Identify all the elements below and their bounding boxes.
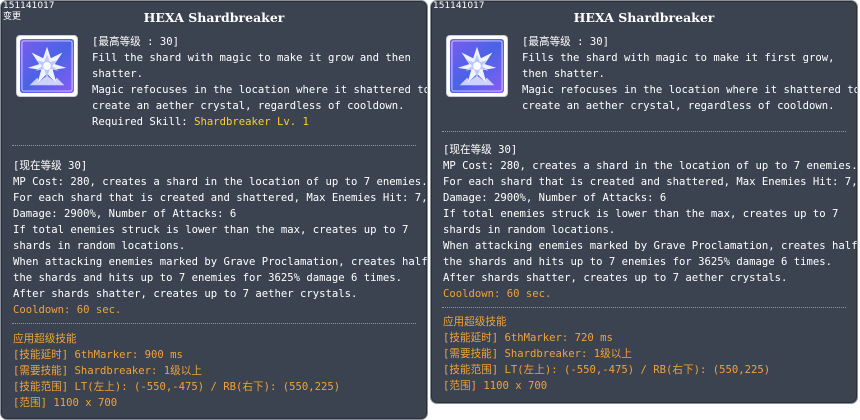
hyper-line: [需要技能] Shardbreaker: 1级以上: [443, 348, 632, 360]
level-line: the shards and hits up to 7 enemies for …: [443, 256, 833, 268]
cooldown-line: Cooldown: 60 sec.: [443, 288, 552, 300]
skill-title: HEXA Shardbreaker: [143, 10, 285, 25]
level-line: For each shard that is created and shatt…: [443, 176, 858, 188]
divider: [442, 131, 846, 132]
level-line: After shards shatter, creates up to 7 ae…: [443, 272, 788, 284]
skill-title: HEXA Shardbreaker: [573, 10, 715, 25]
desc-line: create an aether crystal, regardless of …: [522, 100, 835, 112]
level-line: the shards and hits up to 7 enemies for …: [13, 272, 403, 284]
desc-line: Fill the shard with magic to make it gro…: [92, 52, 411, 64]
hyper-line: [技能延时] 6thMarker: 900 ms: [13, 349, 183, 361]
skill-description: [最高等级 : 30] Fill the shard with magic to…: [92, 34, 428, 130]
required-skill-line: Required Skill: Shardbreaker Lv. 1: [92, 114, 422, 130]
divider: [12, 323, 416, 324]
skill-tooltip-right: 151141017 HEXA Shardbreaker [最高等级: 30] …: [430, 0, 858, 404]
level-line: When attacking enemies marked by Grave P…: [13, 256, 428, 268]
required-skill-name: Shardbreaker Lv. 1: [194, 116, 309, 128]
level-line: MP Cost: 280, creates a shard in the loc…: [443, 160, 858, 172]
desc-line: Fills the shard with magic to make it fi…: [522, 52, 835, 64]
level-line: After shards shatter, creates up to 7 ae…: [13, 288, 358, 300]
hexa-shardbreaker-skill-icon: [16, 35, 78, 97]
level-line: Damage: 2900%, Number of Attacks: 6: [13, 208, 237, 220]
level-line: If total enemies struck is lower than th…: [13, 224, 409, 236]
divider: [442, 307, 846, 308]
max-level-line: [最高等级 : 30]: [522, 36, 610, 48]
hyper-line: [范围] 1100 x 700: [443, 380, 548, 392]
desc-line: shatter.: [92, 68, 144, 80]
current-level-section: [现在等级 30] MP Cost: 280, creates a shard …: [443, 142, 858, 302]
level-line: Damage: 2900%, Number of Attacks: 6: [443, 192, 667, 204]
hyper-skill-section: 应用超级技能 [技能延时] 6thMarker: 900 ms [需要技能] S…: [13, 331, 423, 411]
desc-line: Magic refocuses in the location where it…: [522, 84, 858, 96]
divider: [12, 145, 416, 146]
hyper-line: [技能范围] LT(左上): (-550,-475) / RB(右下): (55…: [443, 364, 771, 376]
required-skill-prefix: Required Skill:: [92, 116, 195, 128]
cooldown-line: Cooldown: 60 sec.: [13, 304, 122, 316]
hyper-line: [需要技能] Shardbreaker: 1级以上: [13, 365, 202, 377]
max-level-line: [最高等级 : 30]: [92, 36, 180, 48]
level-line: For each shard that is created and shatt…: [13, 192, 428, 204]
hyper-line: [技能范围] LT(左上): (-550,-475) / RB(右下): (55…: [13, 381, 341, 393]
hexa-shardbreaker-skill-icon: [446, 35, 508, 97]
desc-line: Magic refocuses in the location where it…: [92, 84, 428, 96]
skill-description: [最高等级 : 30] Fills the shard with magic t…: [522, 34, 858, 114]
desc-line: then shatter.: [522, 68, 605, 80]
level-line: If total enemies struck is lower than th…: [443, 208, 839, 220]
current-level-heading: [现在等级 30]: [13, 160, 88, 172]
level-line: When attacking enemies marked by Grave P…: [443, 240, 858, 252]
current-level-section: [现在等级 30] MP Cost: 280, creates a shard …: [13, 158, 428, 318]
level-line: shards in random locations.: [13, 240, 186, 252]
hyper-line: [技能延时] 6thMarker: 720 ms: [443, 332, 613, 344]
level-line: MP Cost: 280, creates a shard in the loc…: [13, 176, 428, 188]
hyper-skill-section: 应用超级技能 [技能延时] 6thMarker: 720 ms [需要技能] S…: [443, 314, 853, 394]
current-level-heading: [现在等级 30]: [443, 144, 518, 156]
hyper-heading: 应用超级技能: [443, 316, 507, 328]
hyper-heading: 应用超级技能: [13, 333, 77, 345]
skill-tooltip-left: 151141017 变更 HEXA Shardbreaker [最高等级: 3…: [0, 0, 428, 420]
level-line: shards in random locations.: [443, 224, 616, 236]
hyper-line: [范围] 1100 x 700: [13, 397, 118, 409]
desc-line: create an aether crystal, regardless of …: [92, 100, 405, 112]
